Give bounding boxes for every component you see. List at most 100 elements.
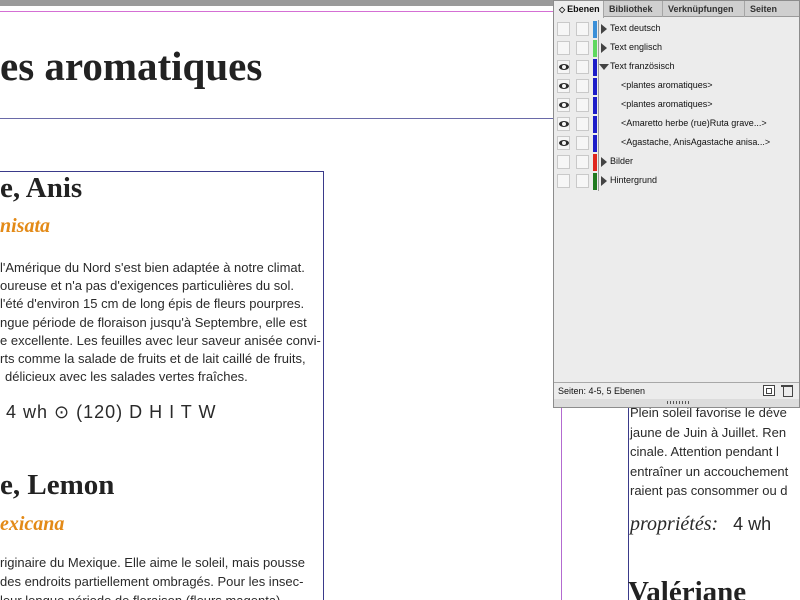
visibility-toggle[interactable] bbox=[557, 41, 570, 55]
layer-row[interactable]: Text englisch bbox=[554, 39, 799, 58]
right-column-guide bbox=[561, 405, 562, 600]
body-text-line: des endroits partiellement ombragés. Pou… bbox=[0, 574, 304, 589]
body-text-line: riginaire du Mexique. Elle aime le solei… bbox=[0, 555, 305, 570]
right-text-line: jaune de Juin à Juillet. Ren bbox=[630, 424, 787, 440]
lock-toggle[interactable] bbox=[576, 41, 589, 55]
lock-toggle[interactable] bbox=[576, 136, 589, 150]
layer-color-swatch bbox=[593, 116, 597, 133]
row-separator bbox=[598, 172, 599, 191]
eye-icon bbox=[559, 83, 569, 89]
row-separator bbox=[598, 153, 599, 172]
plant-heading-lemon: e, Lemon bbox=[0, 469, 115, 501]
layer-row[interactable]: <plantes aromatiques> bbox=[554, 77, 799, 96]
disclosure-closed-icon[interactable] bbox=[601, 43, 607, 53]
row-separator bbox=[598, 39, 599, 58]
layer-label: <Agastache, AnisAgastache anisa...> bbox=[621, 137, 771, 147]
tab-verknuepfungen[interactable]: Verknüpfungen bbox=[663, 1, 745, 17]
plant-latin-mexicana: exicana bbox=[0, 513, 65, 535]
layer-label: Text englisch bbox=[610, 42, 663, 52]
new-layer-icon[interactable] bbox=[763, 385, 775, 396]
body-text-line: ngue période de floraison jusqu'à Septem… bbox=[0, 314, 307, 330]
body-text-line: délicieux avec les salades vertes fraîch… bbox=[5, 369, 248, 385]
layer-label: <plantes aromatiques> bbox=[621, 99, 713, 109]
visibility-toggle[interactable] bbox=[557, 60, 570, 74]
status-text: Seiten: 4-5, 5 Ebenen bbox=[558, 386, 646, 396]
visibility-toggle[interactable] bbox=[557, 117, 570, 131]
layer-color-swatch bbox=[593, 135, 597, 152]
panel-status-bar: Seiten: 4-5, 5 Ebenen bbox=[554, 382, 799, 398]
layers-panel[interactable]: ◇ Ebenen Bibliothek Verknüpfungen Seiten … bbox=[553, 0, 800, 408]
body-text-line: oureuse et n'a pas d'exigences particuli… bbox=[0, 278, 295, 294]
layer-label: Hintergrund bbox=[610, 175, 658, 185]
layer-row[interactable]: Text deutsch bbox=[554, 20, 799, 39]
visibility-toggle[interactable] bbox=[557, 136, 570, 150]
layer-label: Text französisch bbox=[610, 61, 675, 71]
body-text-line: e excellente. Les feuilles avec leur sav… bbox=[0, 332, 321, 348]
body-text-line: l'été d'environ 15 cm de long épis de fl… bbox=[0, 296, 305, 312]
layer-color-swatch bbox=[593, 173, 597, 190]
grip-dots-icon bbox=[667, 401, 689, 404]
lock-toggle[interactable] bbox=[576, 174, 589, 188]
layer-color-swatch bbox=[593, 154, 597, 171]
visibility-toggle[interactable] bbox=[557, 174, 570, 188]
lock-toggle[interactable] bbox=[576, 22, 589, 36]
right-frame-edge bbox=[628, 405, 629, 600]
visibility-toggle[interactable] bbox=[557, 155, 570, 169]
disclosure-closed-icon[interactable] bbox=[601, 157, 607, 167]
layer-color-swatch bbox=[593, 40, 597, 57]
page-title: es aromatiques bbox=[0, 43, 263, 89]
layer-row[interactable]: Text französisch bbox=[554, 58, 799, 77]
layer-color-swatch bbox=[593, 59, 597, 76]
layer-row[interactable]: <Agastache, AnisAgastache anisa...> bbox=[554, 134, 799, 153]
visibility-toggle[interactable] bbox=[557, 98, 570, 112]
margin-guide-top bbox=[0, 11, 555, 12]
visibility-toggle[interactable] bbox=[557, 79, 570, 93]
row-separator bbox=[598, 134, 599, 153]
right-properties-line: propriétés: 4 wh bbox=[630, 513, 771, 536]
right-text-line: cinale. Attention pendant l bbox=[630, 444, 779, 459]
disclosure-open-icon[interactable] bbox=[599, 64, 609, 70]
column-guide bbox=[0, 118, 555, 119]
eye-icon bbox=[559, 102, 569, 108]
lock-toggle[interactable] bbox=[576, 155, 589, 169]
row-separator bbox=[598, 77, 599, 96]
body-text-line: rts comme la salade de fruits et de lait… bbox=[0, 351, 306, 366]
panel-collapse-icon[interactable]: ◇ bbox=[559, 2, 565, 18]
eye-icon bbox=[559, 140, 569, 146]
lock-toggle[interactable] bbox=[576, 98, 589, 112]
body-text-line: leur longue période de floraison (fleurs… bbox=[0, 592, 280, 600]
layer-row[interactable]: <Amaretto herbe (rue)Ruta grave...> bbox=[554, 115, 799, 134]
visibility-toggle[interactable] bbox=[557, 22, 570, 36]
panel-resize-grip[interactable] bbox=[554, 399, 799, 407]
right-text-line: entraîner un accouchement bbox=[630, 463, 789, 479]
tab-seiten[interactable]: Seiten bbox=[745, 1, 799, 17]
layer-row[interactable]: Bilder bbox=[554, 153, 799, 172]
eye-icon bbox=[559, 64, 569, 70]
disclosure-closed-icon[interactable] bbox=[601, 24, 607, 34]
layer-row[interactable]: Hintergrund bbox=[554, 172, 799, 191]
layer-color-swatch bbox=[593, 78, 597, 95]
layer-color-swatch bbox=[593, 21, 597, 38]
layer-label: Text deutsch bbox=[610, 23, 661, 33]
lock-toggle[interactable] bbox=[576, 79, 589, 93]
body-text-line: l'Amérique du Nord s'est bien adaptée à … bbox=[0, 260, 305, 275]
lock-toggle[interactable] bbox=[576, 117, 589, 131]
plant-heading-valeriane: Valériane bbox=[628, 576, 747, 600]
plant-properties-symbols: 4 wh ⊙ (120) D H I T W bbox=[6, 402, 217, 422]
lock-toggle[interactable] bbox=[576, 60, 589, 74]
layer-label: Bilder bbox=[610, 156, 634, 166]
layer-row[interactable]: <plantes aromatiques> bbox=[554, 96, 799, 115]
disclosure-closed-icon[interactable] bbox=[601, 176, 607, 186]
right-text-line: raient pas consommer ou d bbox=[630, 483, 788, 498]
tab-bibliothek[interactable]: Bibliothek bbox=[604, 1, 663, 17]
row-separator bbox=[598, 96, 599, 115]
layer-label: <plantes aromatiques> bbox=[621, 80, 713, 90]
trash-icon[interactable] bbox=[781, 385, 793, 397]
properties-label: propriétés: bbox=[630, 513, 719, 535]
row-separator bbox=[598, 20, 599, 39]
properties-symbols: 4 wh bbox=[733, 514, 772, 534]
layer-label: <Amaretto herbe (rue)Ruta grave...> bbox=[621, 118, 767, 128]
layer-color-swatch bbox=[593, 97, 597, 114]
tab-ebenen[interactable]: ◇ Ebenen bbox=[554, 1, 604, 18]
row-separator bbox=[598, 115, 599, 134]
